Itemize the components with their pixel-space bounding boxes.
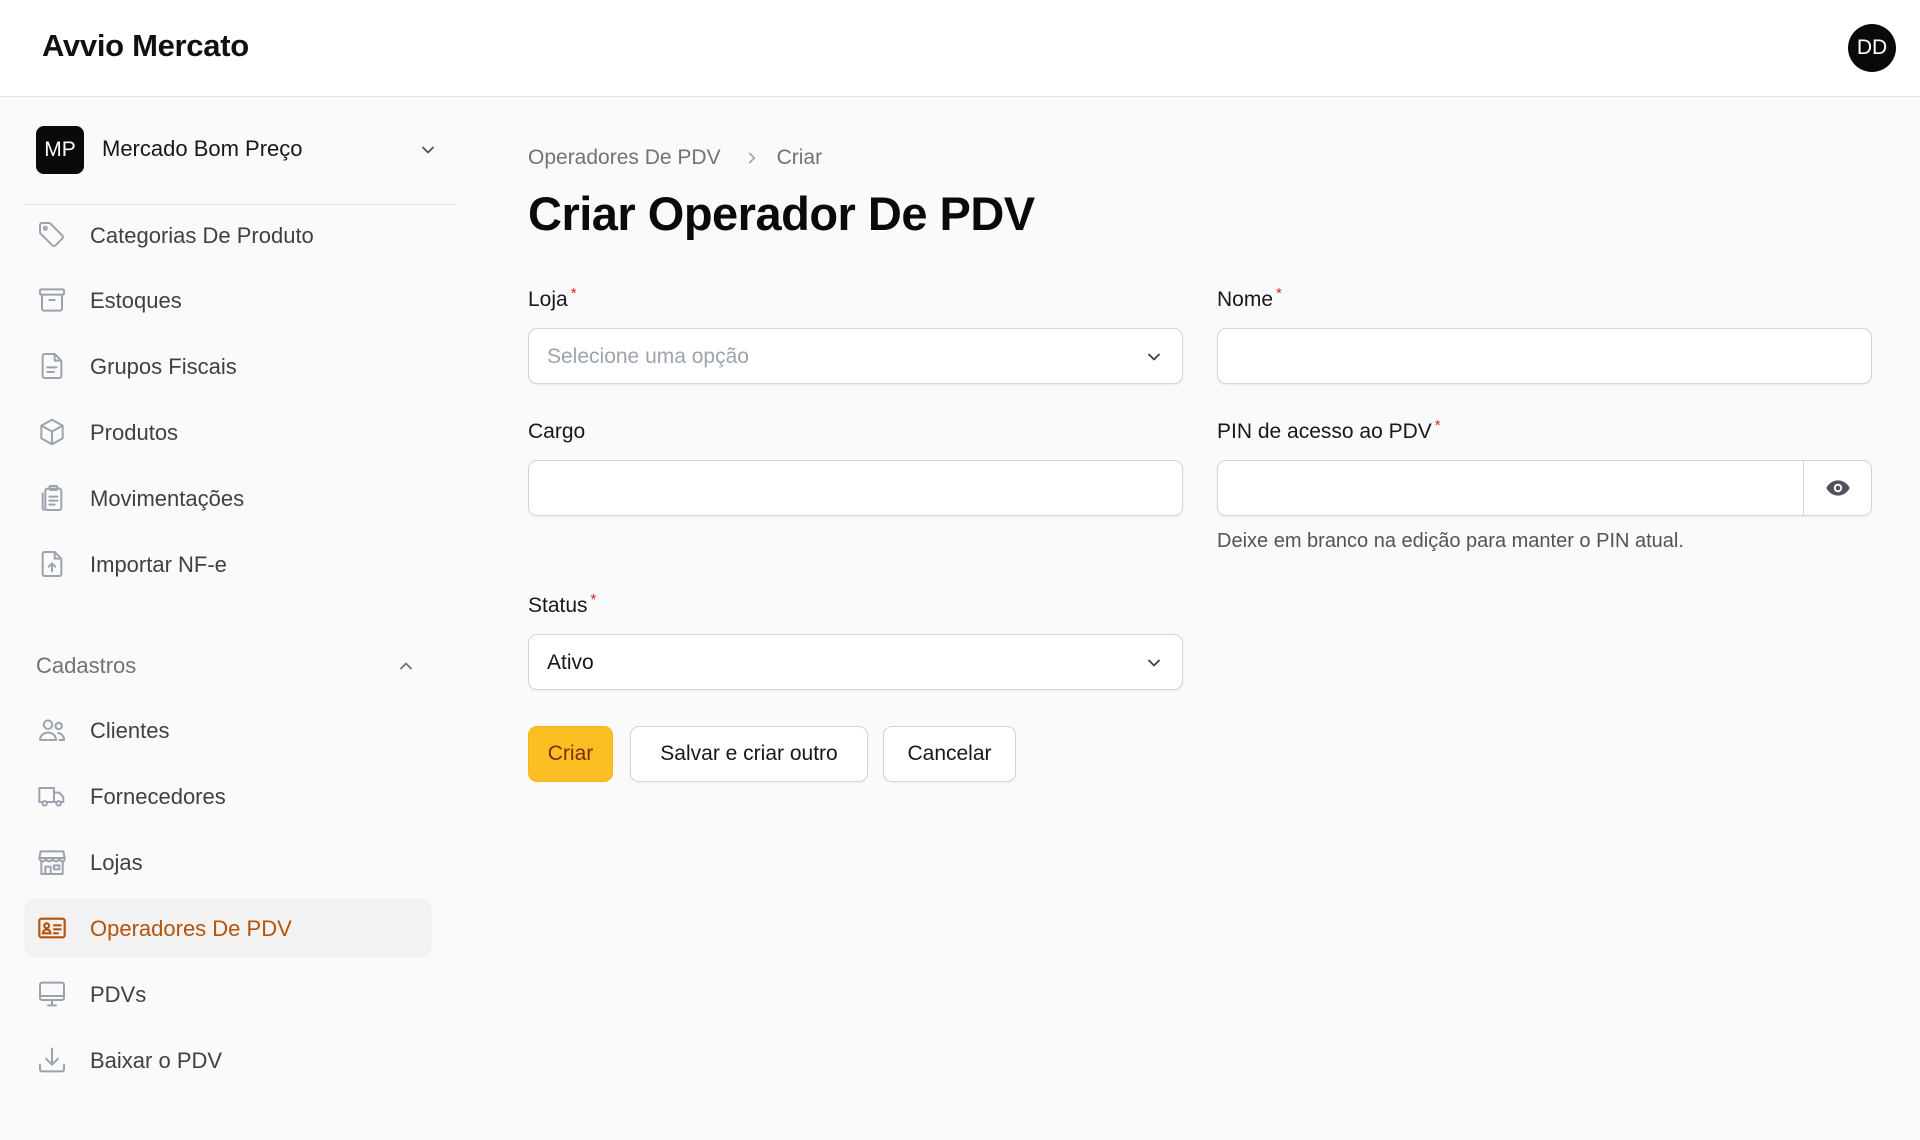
archive-box-icon [36,284,68,316]
sidebar-item-fornecedores[interactable]: Fornecedores [24,767,432,825]
sidebar-item-label: Lojas [90,850,143,875]
tenant-switcher[interactable]: MP Mercado Bom Preço [24,98,456,205]
user-avatar[interactable]: DD [1848,24,1896,72]
status-field-label: Status * [528,591,597,618]
sidebar-item-label: Importar NF-e [90,552,227,577]
pin-field-label: PIN de acesso ao PDV * [1217,417,1441,444]
show-pin-button[interactable] [1803,461,1871,515]
sidebar-item-label: Categorias De Produto [90,223,314,248]
document-upload-icon [36,548,68,580]
required-mark: * [570,285,577,302]
tenant-badge: MP [36,126,84,174]
chevron-right-icon [748,152,755,164]
cargo-input[interactable] [528,460,1183,516]
page-title: Criar Operador De PDV [528,187,1035,240]
nome-input[interactable] [1217,328,1872,384]
monitor-icon [36,978,68,1010]
sidebar-item-label: Produtos [90,420,179,445]
app-title[interactable]: Avvio Mercato [42,28,249,64]
loja-select[interactable]: Selecione uma opção [528,328,1183,384]
sidebar-item-grupos-fiscais[interactable]: Grupos Fiscais [24,337,432,395]
breadcrumb: Operadores De PDV Criar [528,146,822,170]
breadcrumb-current: Criar [776,146,823,169]
cube-icon [36,416,68,448]
sidebar-item-baixar-pdv[interactable]: Baixar o PDV [24,1031,432,1089]
chevron-down-icon [422,146,434,154]
storefront-icon [36,846,68,878]
save-and-create-another-button[interactable]: Salvar e criar outro [630,726,868,782]
clipboard-list-icon [36,482,68,514]
sidebar-item-clientes[interactable]: Clientes [24,701,432,759]
sidebar-item-pdvs[interactable]: PDVs [24,965,432,1023]
document-icon [36,350,68,382]
nome-field-label: Nome * [1217,285,1282,312]
chevron-down-icon [1148,353,1160,361]
required-mark: * [1434,417,1441,434]
cargo-label: Cargo [528,420,586,443]
cancel-button[interactable]: Cancelar [883,726,1016,782]
pin-hint: Deixe em branco na edição para manter o … [1217,530,1684,552]
chevron-down-icon [1148,659,1160,667]
sidebar-item-label: Clientes [90,718,170,743]
sidebar-item-importar-nfe[interactable]: Importar NF-e [24,535,432,593]
top-bar: Avvio Mercato DD [0,0,1920,97]
sidebar-item-label: Fornecedores [90,784,226,809]
id-card-icon [36,912,68,944]
status-value: Ativo [547,651,594,674]
pin-label: PIN de acesso ao PDV [1217,420,1432,443]
tag-icon [36,219,68,251]
sidebar: MP Mercado Bom Preço Categorias De Produ… [0,98,460,1140]
sidebar-item-label: PDVs [90,982,147,1007]
loja-label: Loja [528,288,568,311]
sidebar-item-label: Baixar o PDV [90,1048,223,1073]
tenant-name: Mercado Bom Preço [102,136,303,161]
nome-label: Nome [1217,288,1274,311]
sidebar-item-estoques[interactable]: Estoques [24,271,432,329]
sidebar-item-operadores-pdv[interactable]: Operadores De PDV [24,899,432,957]
create-button[interactable]: Criar [528,726,613,782]
sidebar-item-lojas[interactable]: Lojas [24,833,432,891]
cargo-field-label: Cargo [528,420,585,444]
sidebar-group-label[interactable]: Cadastros [36,653,136,679]
sidebar-item-label: Operadores De PDV [90,916,292,941]
pin-input[interactable] [1217,460,1872,516]
loja-field-label: Loja * [528,285,577,312]
sidebar-item-categorias[interactable]: Categorias De Produto [24,206,432,264]
breadcrumb-parent[interactable]: Operadores De PDV [528,146,721,170]
download-icon [36,1044,68,1076]
truck-icon [36,780,68,812]
sidebar-item-movimentacoes[interactable]: Movimentações [24,469,432,527]
chevron-up-icon[interactable] [396,656,416,676]
eye-icon [1825,480,1850,496]
status-select[interactable]: Ativo [528,634,1183,690]
required-mark: * [590,591,597,608]
required-mark: * [1276,285,1282,302]
loja-placeholder: Selecione uma opção [547,345,749,368]
sidebar-item-label: Estoques [90,288,182,313]
sidebar-item-label: Movimentações [90,486,245,511]
status-label: Status [528,594,588,617]
users-icon [36,714,68,746]
sidebar-item-label: Grupos Fiscais [90,354,237,379]
sidebar-item-produtos[interactable]: Produtos [24,403,432,461]
